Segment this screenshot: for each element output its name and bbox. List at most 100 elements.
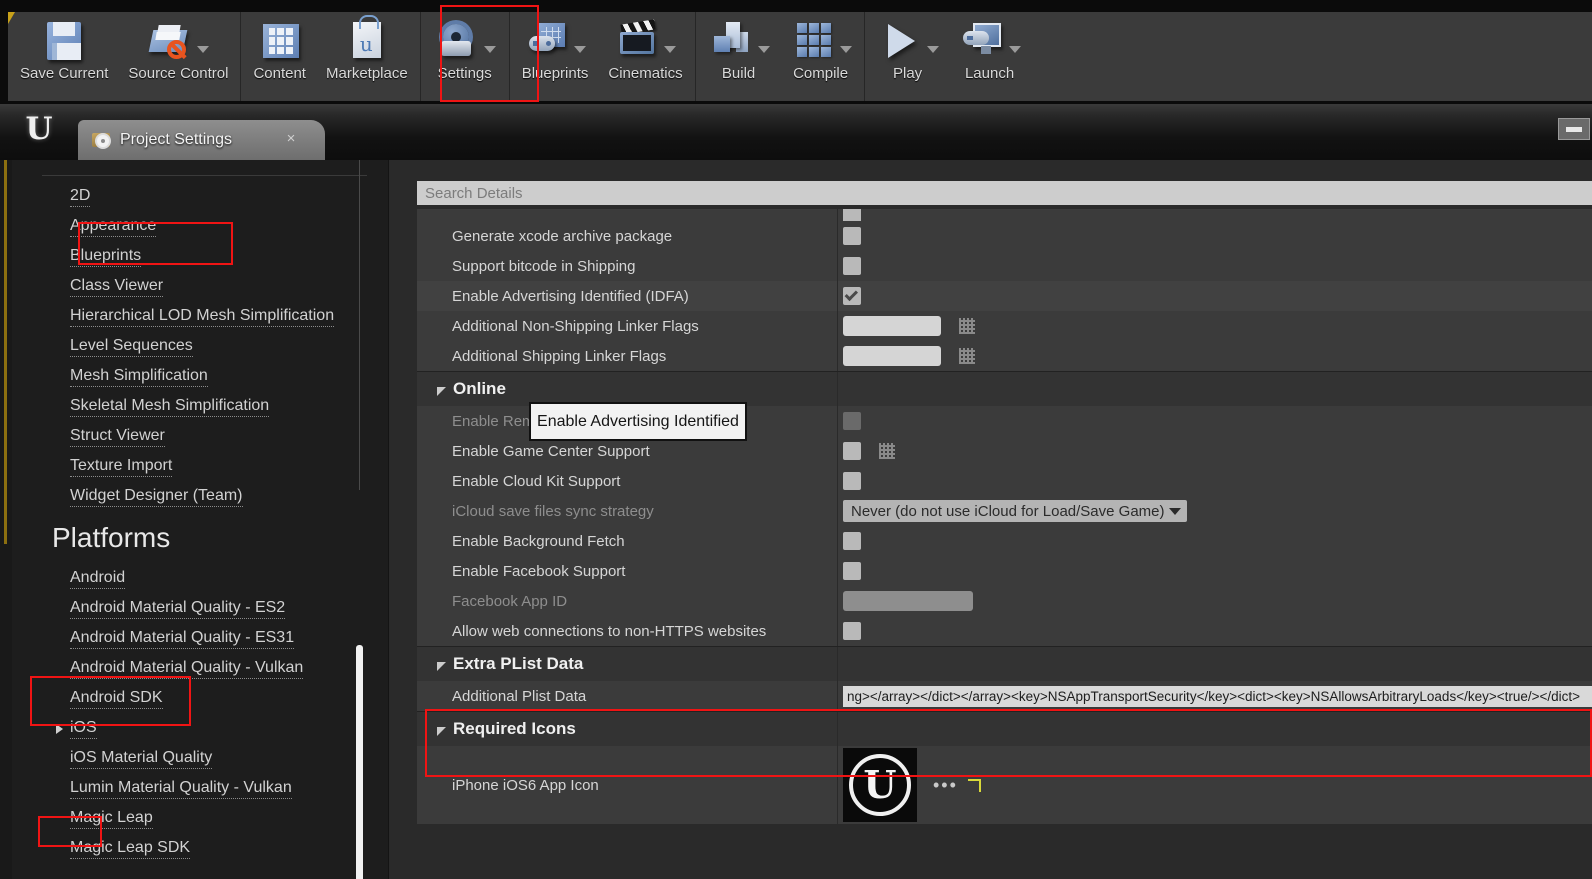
app-icon-thumbnail[interactable]: U [843,748,917,822]
launch-label: Launch [965,65,1014,82]
grid-options-icon[interactable] [879,443,895,459]
section-header-extra-plist-data[interactable]: Extra PList Data [417,646,1592,681]
sidebar-item-mesh-simplification[interactable]: Mesh Simplification [12,362,389,392]
search-details-input[interactable] [417,181,1592,205]
sidebar-item-android-material-quality-vulkan[interactable]: Android Material Quality - Vulkan [12,654,389,684]
setting-row: Enable Cloud Kit Support [417,466,1592,496]
tab-project-settings[interactable]: Project Settings × [78,120,325,160]
compile-dropdown-caret[interactable] [840,46,852,53]
settings-button[interactable]: Settings [423,12,507,82]
section-collapse-icon[interactable] [437,727,446,736]
cinematics-button[interactable]: Cinematics [598,12,692,82]
cinematics-dropdown-caret[interactable] [664,46,676,53]
sidebar-item-appearance[interactable]: Appearance [12,212,389,242]
section-title: Extra PList Data [453,654,583,674]
sidebar-item-blueprints[interactable]: Blueprints [12,242,389,272]
launch-dropdown-caret[interactable] [1009,46,1021,53]
sidebar-item-android-sdk[interactable]: Android SDK [12,684,389,714]
minimize-button[interactable] [1558,118,1590,140]
setting-row: iCloud save files sync strategyNever (do… [417,496,1592,526]
checkmark-icon [845,287,858,300]
details-panel: Generate xcode archive packageSupport bi… [389,160,1592,879]
save-current-label: Save Current [20,65,108,82]
checkbox[interactable] [843,287,861,305]
reset-arrow-icon[interactable] [968,779,981,792]
checkbox[interactable] [843,442,861,460]
setting-label: Additional Shipping Linker Flags [417,348,837,365]
section-header-online[interactable]: Online [417,371,1592,406]
setting-value [843,341,975,371]
tab-label: Project Settings [120,131,232,149]
source-control-dropdown-caret[interactable] [197,46,209,53]
setting-value [843,586,973,616]
build-dropdown-caret[interactable] [758,46,770,53]
main-toolbar: Save Current Source Control Content [0,0,1592,104]
launch-button[interactable]: Launch [949,12,1031,82]
sidebar-scrollbar-thumb[interactable] [356,645,363,879]
checkbox[interactable] [843,472,861,490]
grid-options-icon[interactable] [959,348,975,364]
setting-row: Allow web connections to non-HTTPS websi… [417,616,1592,646]
window-titlebar: U Project Settings × [0,104,1592,160]
play-icon [877,18,923,64]
section-title: Online [453,379,506,399]
marketplace-button[interactable]: Marketplace [316,12,418,82]
sidebar-item-label: Blueprints [70,247,141,267]
text-input[interactable] [843,316,941,336]
text-input[interactable] [843,346,941,366]
sidebar-item-android-material-quality-es2[interactable]: Android Material Quality - ES2 [12,594,389,624]
settings-dropdown-caret[interactable] [484,46,496,53]
compile-button[interactable]: Compile [780,12,862,82]
browse-ellipsis-button[interactable]: ••• [933,775,958,796]
sidebar-item-texture-import[interactable]: Texture Import [12,452,389,482]
section-collapse-icon[interactable] [437,387,446,396]
sidebar-item-android-material-quality-es31[interactable]: Android Material Quality - ES31 [12,624,389,654]
sidebar-item-ios[interactable]: iOS [12,714,389,744]
content-button[interactable]: Content [243,12,316,82]
sidebar-item-list: 2DAppearance Blueprints Class ViewerHierar… [12,182,389,864]
sidebar-item-hierarchical-lod-mesh-simplification[interactable]: Hierarchical LOD Mesh Simplification [12,302,389,332]
sidebar-item-magic-leap-sdk[interactable]: Magic Leap SDK [12,834,389,864]
source-control-button[interactable]: Source Control [118,12,238,82]
sidebar-item-skeletal-mesh-simplification[interactable]: Skeletal Mesh Simplification [12,392,389,422]
sidebar-item-widget-designer-team[interactable]: Widget Designer (Team) [12,482,389,512]
sidebar-item-struct-viewer[interactable]: Struct Viewer [12,422,389,452]
blueprints-label: Blueprints [522,65,589,82]
section-header-required-icons[interactable]: Required Icons [417,711,1592,746]
play-dropdown-caret[interactable] [927,46,939,53]
column-separator [837,647,838,681]
section-collapse-icon[interactable] [437,662,446,671]
build-button[interactable]: Build [698,12,780,82]
checkbox[interactable] [843,227,861,245]
setting-label: iPhone iOS6 App Icon [417,777,837,794]
sidebar-item-level-sequences[interactable]: Level Sequences [12,332,389,362]
checkbox[interactable] [843,622,861,640]
sidebar-item-lumin-material-quality-vulkan[interactable]: Lumin Material Quality - Vulkan [12,774,389,804]
sidebar-item-class-viewer[interactable]: Class Viewer [12,272,389,302]
expander-arrow-icon[interactable] [56,724,63,734]
checkbox[interactable] [843,257,861,275]
sidebar-item-android[interactable]: Android [12,564,389,594]
sidebar-item-label: Skeletal Mesh Simplification [70,397,269,417]
play-button[interactable]: Play [867,12,949,82]
project-settings-tab-icon [92,131,112,149]
settings-category-sidebar[interactable]: 2DAppearance Blueprints Class ViewerHierar… [12,160,389,879]
play-label: Play [893,65,922,82]
sidebar-item-ios-material-quality[interactable]: iOS Material Quality [12,744,389,774]
plist-text-input[interactable]: ng></array></dict></array><key>NSAppTran… [843,686,1592,707]
dropdown-select[interactable]: Never (do not use iCloud for Load/Save G… [843,500,1187,522]
grid-options-icon[interactable] [959,318,975,334]
setting-row-partial [417,209,1592,221]
sidebar-item-label: Android Material Quality - ES2 [70,599,285,619]
blueprints-dropdown-caret[interactable] [574,46,586,53]
checkbox[interactable] [843,562,861,580]
tab-close-icon[interactable]: × [283,131,299,147]
blueprints-button[interactable]: Blueprints [512,12,599,82]
sidebar-item-magic-leap[interactable]: Magic Leap [12,804,389,834]
save-current-button[interactable]: Save Current [10,12,118,82]
setting-label: Enable Advertising Identified (IDFA) [417,288,837,305]
cinematics-icon [614,18,660,64]
sidebar-item-2d[interactable]: 2D [12,182,389,212]
checkbox[interactable] [843,532,861,550]
checkbox[interactable] [843,412,861,430]
